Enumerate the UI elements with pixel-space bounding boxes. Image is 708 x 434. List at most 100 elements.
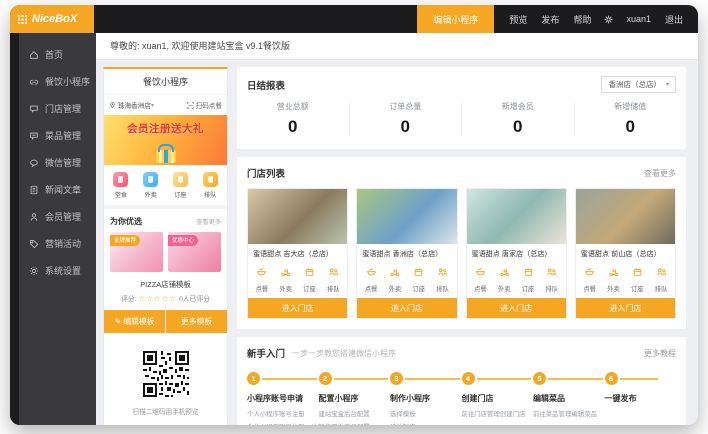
settings-gear-icon[interactable] <box>604 15 613 24</box>
sidebar-item-news[interactable]: 新闻文章 <box>19 176 96 203</box>
template-rating: 评分: ☆☆☆☆☆ 0人已评分 <box>104 293 227 303</box>
action-reserve[interactable]: 订座 <box>407 264 431 293</box>
guide-step-1: 1 小程序账号申请 个人小程序账号注册 企业小程序账号注册、认证 微信公众号注册… <box>247 372 319 425</box>
action-takeout[interactable]: 外卖 <box>492 264 516 293</box>
bowl-icon <box>475 267 486 277</box>
scan-order-link[interactable]: 扫码点餐 <box>187 100 222 110</box>
chat-bubble-icon <box>29 104 39 114</box>
username-link[interactable]: xuan1 <box>626 14 651 24</box>
guide-substep-link[interactable]: 微信开发工具配置 <box>319 422 391 426</box>
logout-link[interactable]: 退出 <box>665 13 683 26</box>
people-icon <box>546 267 557 277</box>
help-link[interactable]: 帮助 <box>573 13 591 26</box>
publish-link[interactable]: 发布 <box>541 13 559 26</box>
product-image[interactable]: 优惠中心 <box>168 232 221 272</box>
location-pin-icon <box>109 101 116 109</box>
guide-step-2: 2 配置小程序 建站宝盒后台配置 微信开发工具配置 <box>319 372 391 425</box>
guide-subtitle: 一步一步教您搭建微信小程序 <box>292 348 396 359</box>
guide-substep-link[interactable]: 选择模板 <box>390 409 462 418</box>
preview-link[interactable]: 预览 <box>509 13 527 26</box>
action-order[interactable]: 点餐 <box>359 264 383 293</box>
action-order[interactable]: 点餐 <box>469 264 493 293</box>
action-takeout[interactable]: 外卖 <box>383 264 407 293</box>
picks-title: 为你优选 <box>110 216 142 227</box>
rating-count: 0人已评分 <box>179 296 210 303</box>
enter-store-button[interactable]: 进入门店 <box>357 298 456 318</box>
action-queue[interactable]: 排队 <box>321 264 345 293</box>
enter-store-button[interactable]: 进入门店 <box>467 298 566 318</box>
action-order[interactable]: 点餐 <box>578 264 602 293</box>
store-location-selector[interactable]: 珠海香洲店 <box>118 100 151 110</box>
guide-more-link[interactable]: 更多教程 <box>644 348 676 359</box>
tag-icon <box>29 239 39 249</box>
action-queue[interactable]: 排队 <box>540 264 564 293</box>
guide-stepper: 1 小程序账号申请 个人小程序账号注册 企业小程序账号注册、认证 微信公众号注册… <box>237 366 686 425</box>
guide-substep-link[interactable]: 前往门店管理创建门店 <box>462 409 534 418</box>
sidebar-item-wechat[interactable]: 微信管理 <box>19 149 96 176</box>
scooter-icon <box>280 267 291 277</box>
sidebar-item-home[interactable]: 首页 <box>19 41 96 68</box>
step-number: 2 <box>319 372 332 385</box>
sidebar-item-stores[interactable]: 门店管理 <box>19 95 96 122</box>
action-queue[interactable]: 排队 <box>431 264 455 293</box>
product-tag: 金牌推荐 <box>110 235 140 246</box>
people-icon <box>437 267 448 277</box>
guide-substep-link[interactable]: 前往菜品管理编辑菜品 <box>533 409 605 418</box>
action-order[interactable]: 点餐 <box>250 264 274 293</box>
person-icon <box>29 212 39 222</box>
guide-substep-link[interactable]: 企业小程序账号注册、认证 <box>247 422 319 426</box>
step-number: 1 <box>247 372 260 385</box>
bowl-icon <box>256 267 267 277</box>
product-image[interactable]: 金牌推荐 <box>110 232 163 272</box>
brand-logo: NiceBoX <box>10 5 94 33</box>
calendar-icon <box>304 267 315 277</box>
guide-substep-link[interactable]: 个人小程序账号注册 <box>247 409 319 418</box>
sidebar-item-miniprogram[interactable]: 餐饮小程序 <box>19 68 96 95</box>
step-number: 5 <box>533 372 546 385</box>
sidebar-item-settings[interactable]: 系统设置 <box>19 257 96 284</box>
store-filter-dropdown[interactable]: 香洲店（总店） ▾ <box>601 76 676 93</box>
top-bar: NiceBoX 编辑小程序 预览 发布 帮助 xuan1 退出 <box>10 5 698 33</box>
guide-step-3: 3 制作小程序 选择模板 设计制作 <box>390 372 462 425</box>
edit-miniprogram-button[interactable]: 编辑小程序 <box>417 5 494 33</box>
store-name: 蜜语甜点 吉大店（总店） <box>248 244 347 261</box>
action-reserve[interactable]: 订座 <box>516 264 540 293</box>
metric-new-members: 新增会员 0 <box>461 101 574 137</box>
nav-queue[interactable]: 排队 <box>195 172 225 199</box>
edit-template-button[interactable]: ✎ 编辑模板 <box>104 310 165 333</box>
store-card: 蜜语甜点 唐家店（总店） 点餐 外卖 订座 排队 进入门店 <box>466 188 567 319</box>
guide-step-5: 5 编辑菜品 前往菜品管理编辑菜品 <box>533 372 605 425</box>
guide-substep-link[interactable]: 建站宝盒后台配置 <box>319 409 391 418</box>
store-list-more-link[interactable]: 查看更多 <box>644 168 676 179</box>
bowl-icon <box>366 267 377 277</box>
enter-store-button[interactable]: 进入门店 <box>248 298 347 318</box>
qr-caption: 扫描二维码用手机预览 <box>104 406 227 416</box>
nav-dinein[interactable]: 堂食 <box>106 172 136 199</box>
sidebar-item-marketing[interactable]: 营销活动 <box>19 230 96 257</box>
top-menu: 预览 发布 帮助 xuan1 退出 <box>494 5 698 33</box>
picks-more-link[interactable]: 查看更多 <box>196 217 221 226</box>
action-queue[interactable]: 排队 <box>649 264 673 293</box>
action-takeout[interactable]: 外卖 <box>274 264 298 293</box>
people-icon <box>328 267 339 277</box>
gift-box-graphic <box>156 150 176 163</box>
report-metrics: 营业总额 0 订单总量 0 新增会员 0 <box>237 99 686 149</box>
sidebar-item-dishes[interactable]: 菜品管理 <box>19 122 96 149</box>
chevron-down-icon: ▾ <box>151 102 154 109</box>
action-reserve[interactable]: 订座 <box>625 264 649 293</box>
calendar-icon <box>523 267 534 277</box>
template-name: PIZZA店铺模板 <box>104 279 227 290</box>
qr-code <box>141 349 191 399</box>
nav-takeout[interactable]: 外卖 <box>136 172 166 199</box>
more-templates-button[interactable]: 更多模板 <box>166 310 227 333</box>
enter-store-button[interactable]: 进入门店 <box>576 298 675 318</box>
nav-reserve[interactable]: 订座 <box>166 172 196 199</box>
rating-stars: ☆☆☆☆☆ <box>138 294 177 303</box>
guide-substep-link[interactable]: 设计制作 <box>390 422 462 426</box>
step-number: 4 <box>462 372 475 385</box>
miniprogram-nav: 堂食 外卖 订座 排队 <box>104 165 227 205</box>
action-takeout[interactable]: 外卖 <box>602 264 626 293</box>
promo-banner[interactable]: 会员注册送大礼 <box>104 115 227 165</box>
sidebar-item-members[interactable]: 会员管理 <box>19 203 96 230</box>
action-reserve[interactable]: 订座 <box>298 264 322 293</box>
